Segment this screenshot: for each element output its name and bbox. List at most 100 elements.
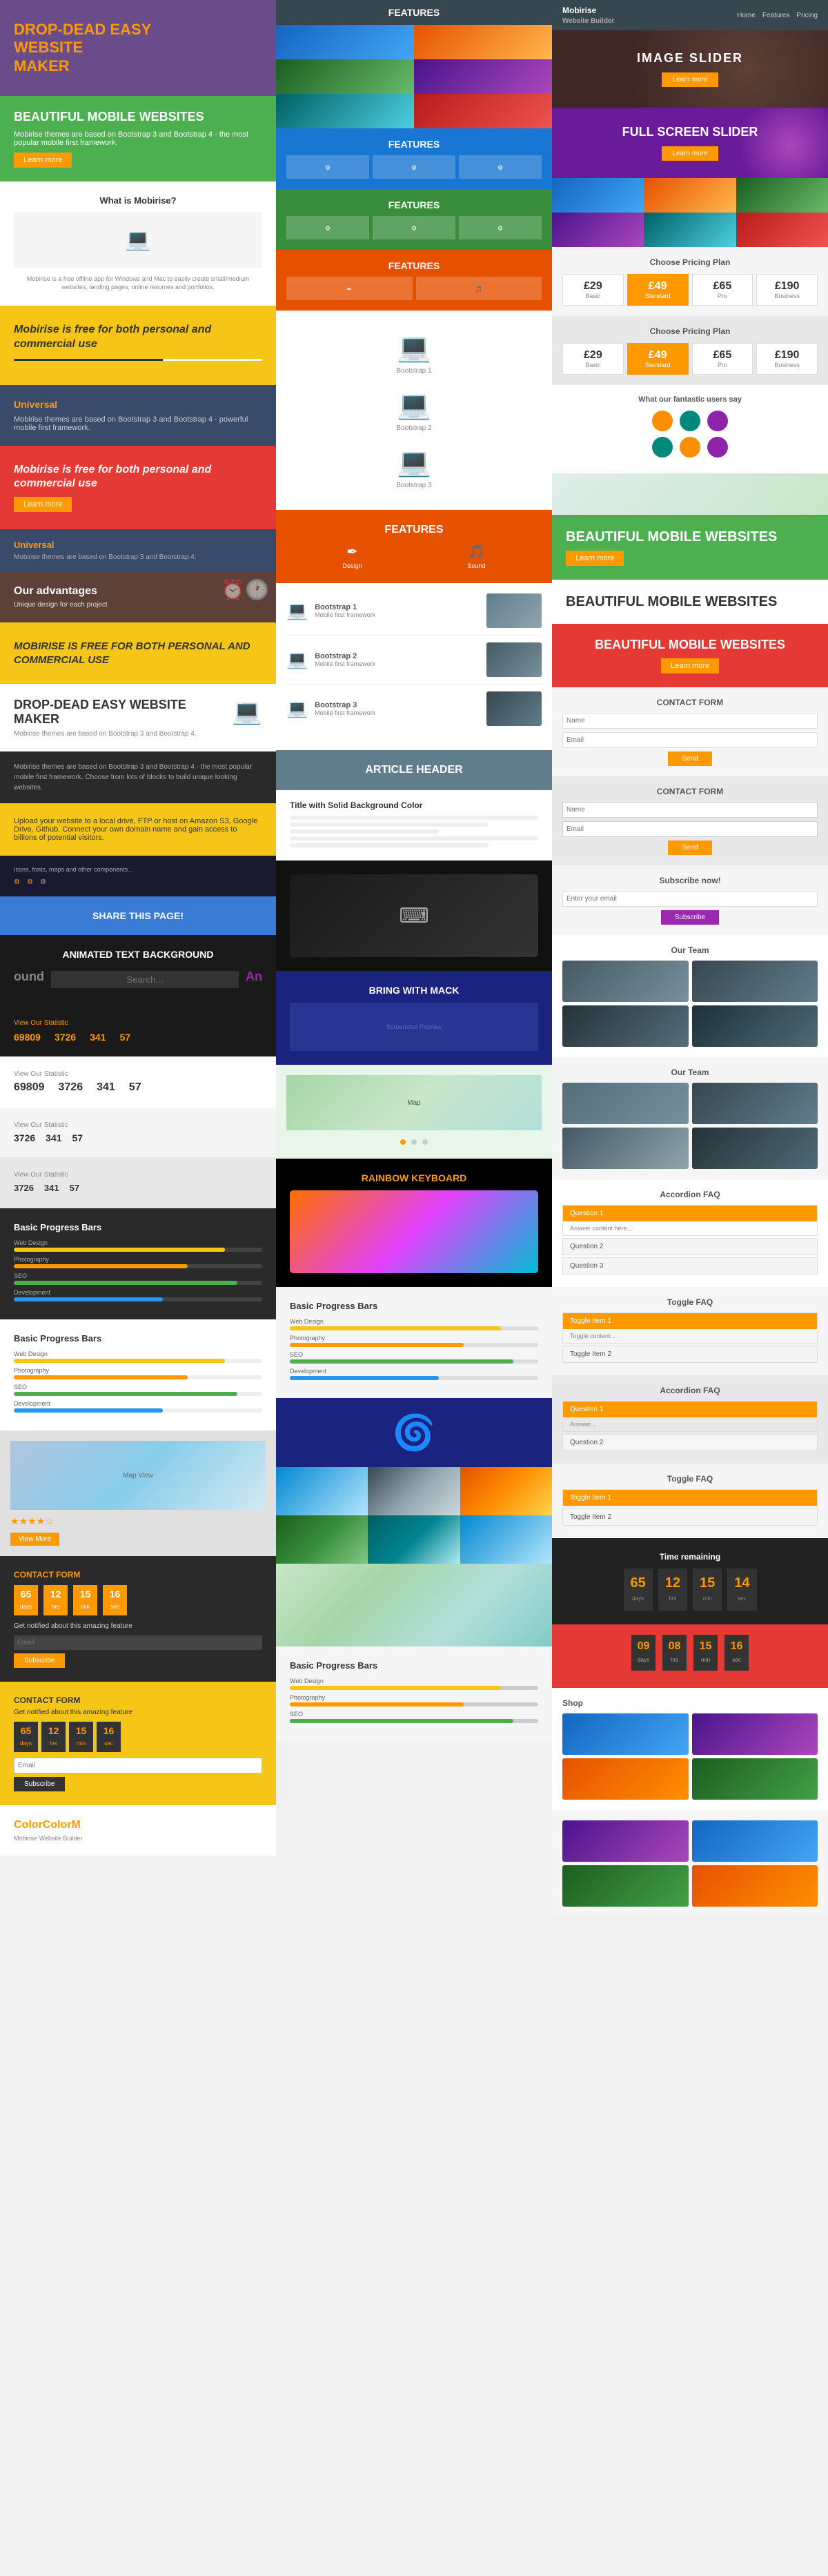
timer-red-row: 09 days 08 hrs 15 min 16 sec — [562, 1635, 818, 1671]
nav-item-2[interactable]: Features — [762, 12, 789, 19]
avatar-4 — [652, 437, 673, 458]
o-icon-1: ✒Design — [342, 543, 362, 569]
team-title-2: Our Team — [562, 1068, 818, 1077]
contact-submit-c3[interactable]: Send — [668, 751, 711, 766]
shop-item-4[interactable] — [692, 1758, 818, 1800]
contact-yellow-title: CONTACT FORM — [14, 1695, 262, 1705]
laptop-row-3-text: Bootstrap 3 Mobile first framework — [315, 701, 375, 716]
feat-g-box-1: ⚙ — [286, 216, 369, 239]
testimonial-row-1 — [562, 411, 818, 431]
image-slider-btn[interactable]: Learn more — [662, 72, 718, 87]
shop2-item-4[interactable] — [692, 1865, 818, 1907]
stats-dark-view: View Our Statistic — [14, 1019, 68, 1027]
acc-item-2: Question 2 — [562, 1238, 818, 1255]
nav-items: Home Features Pricing — [737, 12, 818, 19]
progress2-section: Basic Progress Bars Web Design Photograp… — [276, 1646, 552, 1741]
mobile-green-btn[interactable]: Learn more — [14, 153, 72, 168]
contact-email-input[interactable] — [14, 1635, 262, 1650]
timer-dark-sec-unit: sec — [738, 1595, 746, 1602]
toggle-header-1[interactable]: Toggle Item 1 — [563, 1313, 817, 1329]
acc2-header-2[interactable]: Question 2 — [563, 1435, 817, 1451]
column-2: Features Features ⚙ ⚙ ⚙ Features ⚙ ⚙ — [276, 0, 552, 1917]
animated-input[interactable] — [51, 971, 239, 988]
features-top-nav: Features — [276, 0, 552, 25]
free-red-btn[interactable]: Learn more — [14, 497, 72, 512]
stats-white-view: View Our Statistic — [14, 1070, 262, 1078]
carousel-dots — [286, 1136, 542, 1148]
article-header-section: ARTICLE HEADER — [276, 750, 552, 790]
mobile-white-c3: BEAUTIFUL MOBILE WEBSITES — [552, 580, 828, 624]
toggle-header-2[interactable]: Toggle Item 2 — [563, 1346, 817, 1362]
yellow-geo-section: MOBIRISE IS FREE FOR BOTH PERSONAL AND C… — [0, 622, 276, 684]
article-line-3 — [290, 829, 439, 834]
gallery-item-1 — [276, 1467, 368, 1515]
acc2-header-1[interactable]: Question 1 — [563, 1402, 817, 1417]
article-subtitle: Title with Solid Background Color — [290, 800, 538, 810]
toggle2-header-1[interactable]: Toggle Item 1 — [563, 1490, 817, 1506]
mobile-red-c3-btn[interactable]: Learn more — [661, 658, 719, 674]
timer-dark-section: Time remaining 65 days 12 hrs 15 min 14 … — [552, 1538, 828, 1624]
shop2-item-2[interactable] — [692, 1820, 818, 1862]
shop-title: Shop — [562, 1698, 818, 1708]
laptop-rows-section: 💻 Bootstrap 1 Mobile first framework 💻 B… — [276, 583, 552, 750]
contact-email-input-c3[interactable] — [562, 732, 818, 748]
drop-dead-section: 💻 DROP-DEAD EASY WEBSITE MAKER Mobirise … — [0, 684, 276, 751]
acc-header-1[interactable]: Question 1 — [563, 1206, 817, 1221]
nav-item-1[interactable]: Home — [737, 12, 756, 19]
nav-item-3[interactable]: Pricing — [796, 12, 818, 19]
full-screen-btn[interactable]: Learn more — [662, 146, 718, 161]
shop-item-1[interactable] — [562, 1713, 689, 1755]
logo-bottom-section: ColorColorM Mobirise Website Builder — [0, 1805, 276, 1856]
feat-o-box-2: 🎵 — [416, 277, 542, 300]
dot-3[interactable] — [422, 1139, 428, 1145]
shop-item-3[interactable] — [562, 1758, 689, 1800]
universal-text: Mobirise themes are based on Bootstrap 3… — [14, 415, 262, 432]
price-business: £190 — [760, 280, 814, 293]
laptop-mini-3: 💻 — [286, 699, 308, 719]
prog-bar-1: Web Design — [14, 1239, 262, 1252]
prog-bar-4: Development — [14, 1289, 262, 1301]
subscribe-email-input[interactable] — [562, 891, 818, 907]
contact-yellow-desc: Get notified about this amazing feature — [14, 1709, 262, 1716]
prog-w-bar-4: Development — [14, 1400, 262, 1413]
stat-item-1: 69809 — [14, 1032, 41, 1043]
mobile-green-c3-title: BEAUTIFUL MOBILE WEBSITES — [566, 529, 814, 545]
toggle2-header-2[interactable]: Toggle Item 2 — [563, 1509, 817, 1525]
contact2-submit[interactable]: Send — [668, 840, 711, 855]
timer-red-section: 09 days 08 hrs 15 min 16 sec — [552, 1624, 828, 1688]
contact2-email-input[interactable] — [562, 821, 818, 837]
acc-header-2[interactable]: Question 2 — [563, 1239, 817, 1255]
contact-yellow-email[interactable] — [14, 1758, 262, 1773]
stats-gray-view: View Our Statistic — [14, 1121, 262, 1129]
map-vis-label: Map — [407, 1099, 420, 1107]
timer-red-hrs: 08 hrs — [662, 1635, 687, 1671]
dot-2[interactable] — [411, 1139, 417, 1145]
price-pro: £65 — [696, 280, 749, 293]
map-btn[interactable]: View More — [10, 1533, 59, 1546]
animated-section: ANIMATED TEXT BACKGROUND ound An — [0, 935, 276, 1002]
dot-active[interactable] — [400, 1139, 406, 1145]
mobile-green-c3-btn[interactable]: Learn more — [566, 551, 624, 566]
shop2-item-1[interactable] — [562, 1820, 689, 1862]
accordion-section-2: Accordion FAQ Question 1 Answer... Quest… — [552, 1375, 828, 1464]
toggle-body-1: Toggle content... — [563, 1329, 817, 1343]
mobile-red-c3-title: BEAUTIFUL MOBILE WEBSITES — [566, 638, 814, 653]
contact2-name-input[interactable] — [562, 802, 818, 818]
plan-basic: Basic — [566, 293, 620, 299]
contact-name-input[interactable] — [562, 713, 818, 729]
shop2-item-3[interactable] — [562, 1865, 689, 1907]
progress-c2-section: Basic Progress Bars Web Design Photograp… — [276, 1287, 552, 1398]
timer-dark-min-num: 15 — [700, 1575, 715, 1591]
subscribe-btn[interactable]: Subscribe — [661, 910, 719, 925]
contact-yellow-btn[interactable]: Subscribe — [14, 1777, 65, 1791]
team-photo-2 — [692, 961, 818, 1002]
pricing-section-2: Choose Pricing Plan £29 Basic £49 Standa… — [552, 316, 828, 385]
acc-header-3[interactable]: Question 3 — [563, 1258, 817, 1274]
feat-g-box-2: ⚙ — [373, 216, 455, 239]
map-preview-c3 — [552, 473, 828, 515]
stat-num-1: 69809 — [14, 1032, 41, 1043]
shop-item-2[interactable] — [692, 1713, 818, 1755]
feat-green-title: Features — [286, 199, 542, 210]
universal2-text: Mobirise themes are based on Bootstrap 3… — [14, 553, 262, 561]
contact-submit-btn[interactable]: Subscribe — [14, 1653, 65, 1668]
